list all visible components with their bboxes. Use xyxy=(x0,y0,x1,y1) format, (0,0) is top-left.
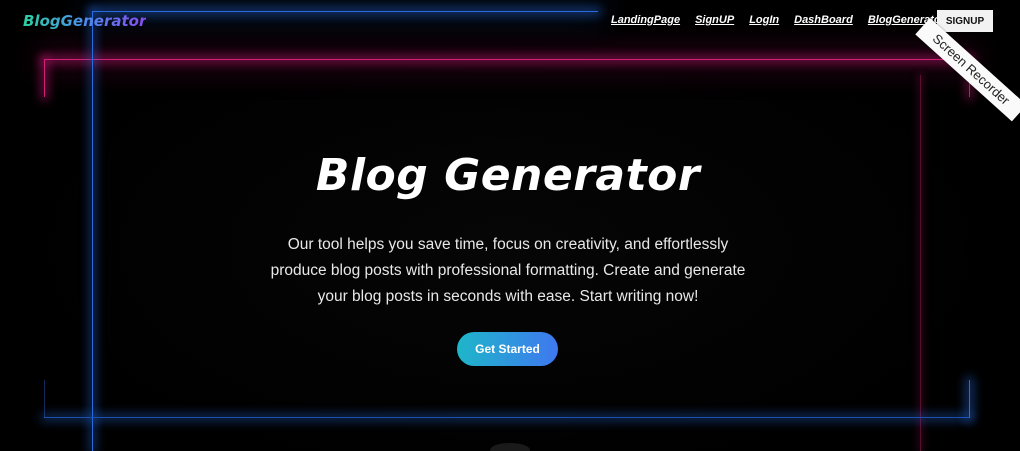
neon-frame-blue-bottom xyxy=(44,417,970,418)
neon-frame-blue-top xyxy=(92,11,598,12)
hero-description: Our tool helps you save time, focus on c… xyxy=(270,236,746,305)
nav-link-dashboard[interactable]: DashBoard xyxy=(794,14,853,26)
landing-page: BlogGenerator LandingPage SignUP LogIn D… xyxy=(0,0,1020,451)
get-started-button[interactable]: Get Started xyxy=(457,332,558,366)
nav-link-landing-page[interactable]: LandingPage xyxy=(611,14,680,26)
neon-frame-blue-left xyxy=(92,11,93,451)
nav-link-signup[interactable]: SignUP xyxy=(695,14,734,26)
hero-title: Blog Generator xyxy=(315,150,701,201)
top-nav: LandingPage SignUP LogIn DashBoard BlogG… xyxy=(611,14,945,26)
neon-frame-pink-top xyxy=(44,59,970,60)
screen-recorder-ribbon: Screen Recorder xyxy=(915,18,1020,122)
bottom-decoration xyxy=(490,443,530,451)
neon-frame-pink-vertical xyxy=(920,75,921,451)
logo[interactable]: BlogGenerator xyxy=(23,12,146,30)
neon-frame-blue-bottom-right xyxy=(969,380,970,418)
neon-frame-blue-bottom-left xyxy=(44,380,45,418)
neon-frame-pink-left xyxy=(44,59,45,97)
nav-link-login[interactable]: LogIn xyxy=(749,14,779,26)
signup-button[interactable]: SIGNUP xyxy=(937,10,993,32)
